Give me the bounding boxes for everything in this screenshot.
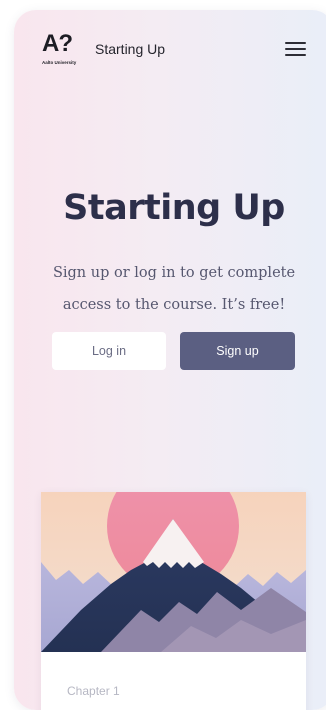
hero-line-2: access to the course. It’s free! bbox=[62, 297, 286, 313]
page-title: Starting Up bbox=[63, 188, 285, 228]
mountain-illustration bbox=[41, 492, 306, 652]
hero-description: Sign up or log in to get complete access… bbox=[44, 257, 304, 321]
menu-line bbox=[285, 48, 306, 50]
app-screen: A? Aalto University Starting Up Starting… bbox=[14, 10, 326, 710]
logo-subtext: Aalto University bbox=[42, 60, 77, 65]
top-bar: A? Aalto University Starting Up bbox=[14, 10, 326, 90]
login-button[interactable]: Log in bbox=[52, 332, 166, 370]
hero-line-1: Sign up or log in to get complete bbox=[52, 265, 296, 281]
site-title[interactable]: Starting Up bbox=[95, 41, 165, 57]
chapter-label: Chapter 1 bbox=[67, 684, 120, 698]
menu-line bbox=[285, 42, 306, 44]
chapter-card[interactable]: Chapter 1 bbox=[41, 492, 306, 710]
menu-line bbox=[285, 54, 306, 56]
aalto-logo[interactable]: A? Aalto University bbox=[42, 32, 82, 66]
menu-icon[interactable] bbox=[285, 40, 307, 58]
logo-mark: A? bbox=[42, 30, 73, 57]
signup-button[interactable]: Sign up bbox=[180, 332, 295, 370]
